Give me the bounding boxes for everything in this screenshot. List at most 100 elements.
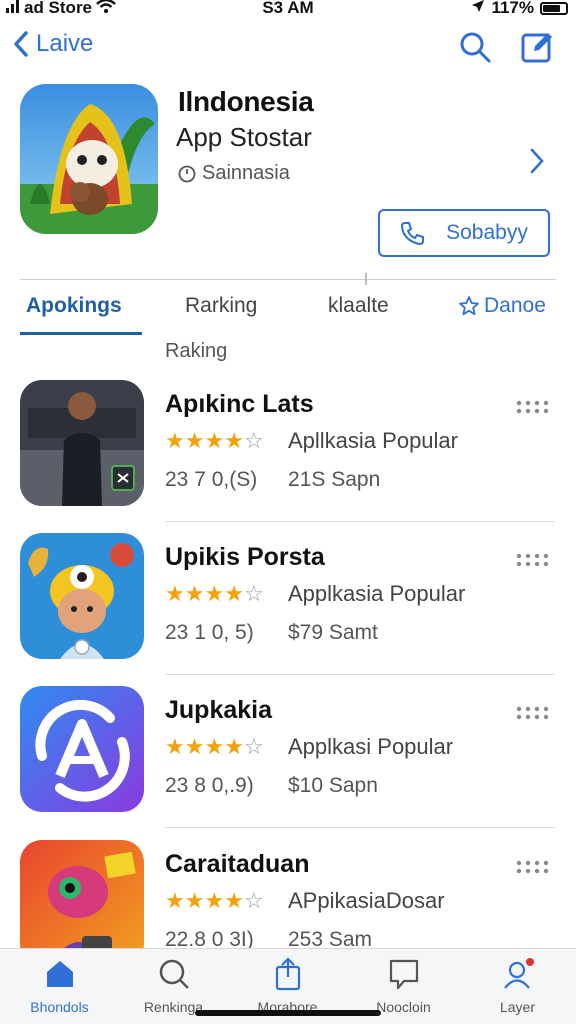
- tab-label: klaalte: [328, 294, 389, 317]
- character-icon: [20, 533, 144, 659]
- item-count: 23 7 0,(S): [165, 468, 258, 491]
- a-logo-icon: [20, 686, 144, 812]
- rating-stars: ★ ★ ★ ★ ☆: [165, 581, 264, 607]
- divider-tick: [365, 273, 367, 285]
- share-icon: [275, 957, 300, 991]
- item-size: $79 Samt: [288, 621, 378, 644]
- back-label: Laive: [36, 30, 94, 57]
- tabbar-item-search[interactable]: Renkinga: [116, 957, 231, 1015]
- tab-apokings[interactable]: Apokings: [26, 294, 122, 318]
- star-filled-icon: ★: [184, 428, 205, 453]
- search-icon[interactable]: [458, 30, 492, 64]
- tabbar-item-share[interactable]: Morabore: [230, 957, 345, 1015]
- region-label: Sainnasia: [202, 162, 290, 184]
- more-icon[interactable]: [516, 400, 550, 414]
- status-bar: ad Store S3 AM 117%: [0, 0, 576, 18]
- location-icon: [471, 0, 485, 18]
- star-filled-icon: ★: [224, 888, 244, 913]
- tab-bar-top: Apokings Rarking klaalte Danoe: [0, 290, 576, 336]
- rating-stars: ★ ★ ★ ★ ☆: [165, 428, 264, 454]
- star-filled-icon: ★: [204, 581, 225, 606]
- star-filled-icon: ★: [224, 734, 244, 759]
- item-category: Applkasia Popular: [288, 581, 466, 606]
- subscribe-label: Sobabyy: [446, 221, 528, 244]
- tab-label: Danoe: [484, 294, 546, 317]
- star-filled-icon: ★: [184, 734, 205, 759]
- tabbar-item-message[interactable]: Noocloin: [346, 957, 461, 1015]
- star-filled-icon: ★: [224, 581, 244, 606]
- clock-icon: [178, 165, 196, 182]
- star-empty-icon: ☆: [243, 581, 264, 606]
- app-header: Ilndonesia App Stostar Sainnasia Sobabyy: [0, 84, 576, 274]
- more-icon[interactable]: [516, 553, 550, 567]
- tab-klaalte[interactable]: klaalte: [328, 294, 389, 318]
- more-icon[interactable]: [516, 706, 550, 720]
- search-icon: [159, 959, 189, 989]
- list-item[interactable]: Apıkinc Lats ★ ★ ★ ★ ☆ Apllkasia Popular 23 …: [0, 378, 576, 530]
- chevron-right-icon[interactable]: [526, 146, 548, 176]
- tabbar-label: Layer: [499, 999, 536, 1015]
- star-filled-icon: ★: [204, 888, 225, 913]
- item-count: 23 8 0,.9): [165, 774, 254, 797]
- app-subtitle: App Stostar: [176, 122, 312, 152]
- star-filled-icon: ★: [165, 428, 185, 453]
- rating-stars: ★ ★ ★ ★ ☆: [165, 888, 264, 914]
- message-icon: [389, 959, 418, 990]
- app-region: Sainnasia: [178, 162, 290, 185]
- divider: [20, 279, 556, 280]
- star-filled-icon: ★: [204, 734, 225, 759]
- star-empty-icon: ☆: [243, 734, 264, 759]
- star-outline-icon: [459, 296, 479, 316]
- rating-stars: ★ ★ ★ ★ ☆: [165, 734, 264, 760]
- star-empty-icon: ☆: [243, 428, 264, 453]
- item-category: Apllkasia Popular: [288, 428, 458, 453]
- nav-bar: Laive: [0, 28, 576, 68]
- phone-icon: [401, 222, 425, 246]
- section-label: Raking: [165, 340, 228, 362]
- tabbar-label: Bhondols: [30, 999, 89, 1015]
- user-icon: [503, 958, 534, 989]
- item-title: Jupkakia: [165, 696, 273, 724]
- item-category: APpikasiaDosar: [288, 888, 445, 913]
- app-icon[interactable]: [20, 84, 158, 234]
- item-title: Upikis Porsta: [165, 543, 325, 571]
- list-item[interactable]: Jupkakia ★ ★ ★ ★ ☆ Applkasi Popular 23 8 0,.…: [0, 684, 576, 836]
- tab-rarking[interactable]: Rarking: [185, 294, 257, 318]
- row-divider: [165, 827, 555, 828]
- star-filled-icon: ★: [165, 888, 185, 913]
- item-title: Apıkinc Lats: [165, 390, 314, 418]
- status-right: 117%: [471, 0, 568, 18]
- more-icon[interactable]: [516, 860, 550, 874]
- item-count: 23 1 0, 5): [165, 621, 254, 644]
- star-filled-icon: ★: [204, 428, 225, 453]
- tabbar-item-home[interactable]: Bhondols: [2, 957, 117, 1015]
- compose-icon[interactable]: [520, 30, 554, 64]
- tab-label: Rarking: [185, 294, 258, 317]
- row-divider: [165, 674, 555, 675]
- battery-icon: [540, 1, 568, 15]
- row-divider: [165, 521, 555, 522]
- star-empty-icon: ☆: [243, 888, 264, 913]
- tab-danoe[interactable]: Danoe: [458, 294, 546, 318]
- item-size: $10 Sapn: [288, 774, 378, 797]
- tabbar-item-user[interactable]: Layer: [460, 957, 575, 1015]
- tab-label: Apokings: [26, 294, 122, 317]
- star-filled-icon: ★: [165, 734, 185, 759]
- star-filled-icon: ★: [184, 888, 205, 913]
- tab-indicator: [20, 332, 142, 335]
- item-title: Caraitaduan: [165, 850, 310, 878]
- home-indicator: [195, 1010, 381, 1016]
- item-category: Applkasi Popular: [288, 734, 454, 759]
- home-icon: [46, 961, 73, 987]
- item-size: 21S Sapn: [288, 468, 381, 491]
- list-item[interactable]: Upikis Porsta ★ ★ ★ ★ ☆ Applkasia Popular 23…: [0, 531, 576, 683]
- star-filled-icon: ★: [224, 428, 244, 453]
- chevron-left-icon: [14, 31, 28, 57]
- star-filled-icon: ★: [165, 581, 185, 606]
- back-button[interactable]: Laive: [12, 30, 93, 58]
- battery-percent: 117%: [491, 0, 534, 17]
- subscribe-button[interactable]: Sobabyy: [378, 209, 550, 257]
- person-icon: [20, 380, 144, 506]
- app-title: Ilndonesia: [178, 86, 314, 117]
- star-filled-icon: ★: [184, 581, 205, 606]
